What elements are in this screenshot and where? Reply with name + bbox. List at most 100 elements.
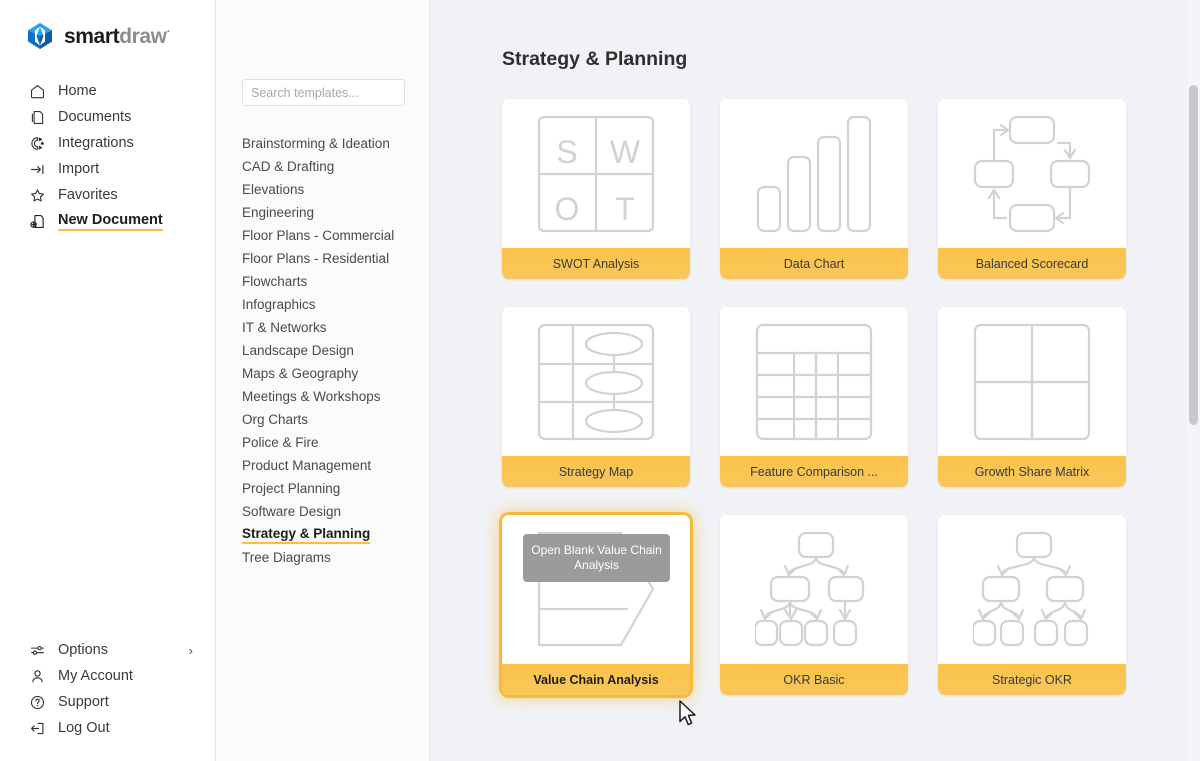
- category-item-project-planning[interactable]: Project Planning: [216, 477, 429, 500]
- chevron-right-icon: ›: [189, 643, 193, 658]
- smartdraw-logo-icon: [26, 22, 54, 50]
- sidebar-item-documents[interactable]: Documents: [0, 104, 215, 130]
- category-label: Engineering: [242, 205, 314, 220]
- brand-name-light: draw: [119, 25, 166, 48]
- template-card[interactable]: SWOT SWOT Analysis: [502, 99, 690, 279]
- template-card-label: Data Chart: [720, 248, 908, 279]
- brand-wordmark: smartdraw·: [64, 25, 170, 47]
- sidebar-label-my-account: My Account: [58, 668, 133, 684]
- category-label: Meetings & Workshops: [242, 389, 381, 404]
- value-chain-thumb: Open Blank Value Chain Analysis: [502, 515, 690, 664]
- table-thumb: [720, 307, 908, 456]
- brand-logo[interactable]: smartdraw·: [0, 0, 215, 52]
- svg-text:O: O: [555, 191, 580, 227]
- category-item-elevations[interactable]: Elevations: [216, 178, 429, 201]
- category-label: Product Management: [242, 458, 371, 473]
- search-templates-box[interactable]: [242, 79, 405, 106]
- category-label: Org Charts: [242, 412, 308, 427]
- sidebar-spacer: [0, 234, 215, 637]
- template-card[interactable]: Strategy Map: [502, 307, 690, 487]
- category-item-product-management[interactable]: Product Management: [216, 454, 429, 477]
- category-item-maps-geography[interactable]: Maps & Geography: [216, 362, 429, 385]
- template-card-label: Balanced Scorecard: [938, 248, 1126, 279]
- sidebar-item-support[interactable]: Support: [0, 689, 215, 715]
- sidebar-label-log-out: Log Out: [58, 720, 110, 736]
- sidebar-label-support: Support: [58, 694, 109, 710]
- category-label: Software Design: [242, 504, 341, 519]
- template-card[interactable]: Open Blank Value Chain AnalysisValue Cha…: [502, 515, 690, 695]
- user-icon: [28, 667, 46, 685]
- svg-text:W: W: [610, 134, 641, 170]
- new-document-icon: [28, 212, 46, 230]
- svg-text:T: T: [615, 191, 635, 227]
- sidebar-label-documents: Documents: [58, 109, 131, 125]
- category-item-landscape-design[interactable]: Landscape Design: [216, 339, 429, 362]
- brand-name-bold: smart: [64, 25, 119, 48]
- sidebar-item-my-account[interactable]: My Account: [0, 663, 215, 689]
- question-circle-icon: [28, 693, 46, 711]
- left-sidebar: smartdraw· Home Documents: [0, 0, 216, 761]
- template-grid: SWOT SWOT Analysis Data Chart Balanced Scor…: [502, 99, 1126, 695]
- category-label: Floor Plans - Commercial: [242, 228, 394, 243]
- sidebar-item-integrations[interactable]: Integrations: [0, 130, 215, 156]
- template-card[interactable]: Growth Share Matrix: [938, 307, 1126, 487]
- sidebar-item-home[interactable]: Home: [0, 78, 215, 104]
- category-item-software-design[interactable]: Software Design: [216, 500, 429, 523]
- category-item-floor-plans-residential[interactable]: Floor Plans - Residential: [216, 247, 429, 270]
- category-label: Brainstorming & Ideation: [242, 136, 390, 151]
- category-item-meetings-workshops[interactable]: Meetings & Workshops: [216, 385, 429, 408]
- vertical-scrollbar-thumb[interactable]: [1189, 85, 1198, 425]
- sidebar-item-new-document[interactable]: New Document: [0, 208, 215, 234]
- strategic-okr-thumb: [938, 515, 1126, 664]
- brand-trademark: ·: [167, 24, 171, 38]
- sidebar-item-log-out[interactable]: Log Out: [0, 715, 215, 741]
- category-item-infographics[interactable]: Infographics: [216, 293, 429, 316]
- template-card-label: Growth Share Matrix: [938, 456, 1126, 487]
- okr-basic-thumb: [720, 515, 908, 664]
- svg-text:S: S: [556, 134, 577, 170]
- category-list: Brainstorming & Ideation CAD & Drafting El…: [216, 132, 429, 569]
- template-card[interactable]: Data Chart: [720, 99, 908, 279]
- category-item-it-networks[interactable]: IT & Networks: [216, 316, 429, 339]
- sidebar-label-favorites: Favorites: [58, 187, 118, 203]
- smartdraw-app: smartdraw· Home Documents: [0, 0, 1200, 761]
- category-item-org-charts[interactable]: Org Charts: [216, 408, 429, 431]
- template-card-label: SWOT Analysis: [502, 248, 690, 279]
- main-content: Strategy & Planning SWOTSWOT AnalysisDat…: [430, 0, 1200, 761]
- vertical-scrollbar-track[interactable]: [1187, 0, 1200, 761]
- sidebar-item-options[interactable]: Options ›: [0, 637, 215, 663]
- category-label: Elevations: [242, 182, 304, 197]
- category-item-cad-drafting[interactable]: CAD & Drafting: [216, 155, 429, 178]
- category-label: Infographics: [242, 297, 316, 312]
- template-card[interactable]: OKR Basic: [720, 515, 908, 695]
- category-item-tree-diagrams[interactable]: Tree Diagrams: [216, 546, 429, 569]
- cycle-diagram-thumb: [938, 99, 1126, 248]
- templates-pane: Strategy & Planning SWOTSWOT AnalysisDat…: [430, 0, 1200, 695]
- primary-nav: Home Documents: [0, 78, 215, 234]
- category-item-brainstorming-ideation[interactable]: Brainstorming & Ideation: [216, 132, 429, 155]
- category-label: Maps & Geography: [242, 366, 358, 381]
- category-item-police-fire[interactable]: Police & Fire: [216, 431, 429, 454]
- import-icon: [28, 160, 46, 178]
- search-input[interactable]: [243, 80, 405, 105]
- bar-chart-thumb: [720, 99, 908, 248]
- template-card-label: Strategic OKR: [938, 664, 1126, 695]
- sidebar-label-home: Home: [58, 83, 97, 99]
- sidebar-item-favorites[interactable]: Favorites: [0, 182, 215, 208]
- category-item-floor-plans-commercial[interactable]: Floor Plans - Commercial: [216, 224, 429, 247]
- template-card-label: Feature Comparison ...: [720, 456, 908, 487]
- template-card[interactable]: Strategic OKR: [938, 515, 1126, 695]
- logout-icon: [28, 719, 46, 737]
- secondary-nav: Options › My Account: [0, 637, 215, 761]
- template-card-label: OKR Basic: [720, 664, 908, 695]
- category-label: Project Planning: [242, 481, 340, 496]
- template-card-label: Value Chain Analysis: [502, 664, 690, 695]
- category-item-engineering[interactable]: Engineering: [216, 201, 429, 224]
- template-card[interactable]: Feature Comparison ...: [720, 307, 908, 487]
- template-card[interactable]: Balanced Scorecard: [938, 99, 1126, 279]
- quadrant-thumb: [938, 307, 1126, 456]
- category-label: Floor Plans - Residential: [242, 251, 389, 266]
- category-item-strategy-planning[interactable]: Strategy & Planning: [216, 523, 429, 546]
- category-item-flowcharts[interactable]: Flowcharts: [216, 270, 429, 293]
- sidebar-item-import[interactable]: Import: [0, 156, 215, 182]
